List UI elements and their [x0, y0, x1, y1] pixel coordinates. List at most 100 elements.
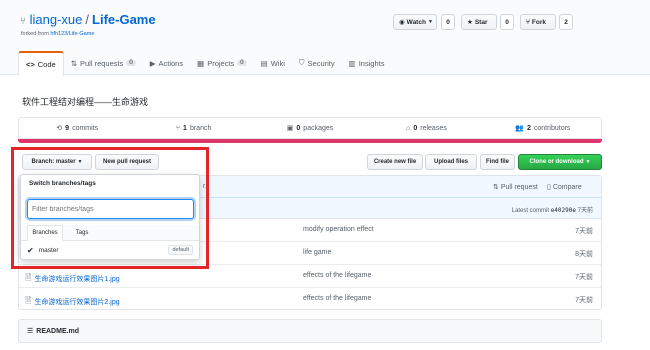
readme-header: ☰ README.md — [18, 319, 602, 343]
tab-actions-label: Actions — [158, 58, 184, 68]
pull-request-icon: ⇅ — [70, 58, 77, 68]
repo-description: 软件工程结对编程——生命游戏 — [22, 97, 149, 107]
latest-commit-prefix: Latest commit — [511, 208, 550, 214]
tab-pull-requests[interactable]: ⇅ Pull requests 0 — [64, 51, 143, 75]
package-icon: ▣ — [286, 125, 294, 132]
commits-link[interactable]: ⟲ 9 commits — [19, 118, 135, 138]
forked-prefix: forked from — [21, 31, 49, 37]
commit-message-link[interactable]: effects of the lifegame — [303, 295, 371, 302]
watch-label: Watch — [406, 18, 426, 26]
create-new-file-button[interactable]: Create new file — [367, 154, 423, 170]
dropdown-title: Switch branches/tags — [29, 180, 96, 187]
pull-request-link[interactable]: ⇅ Pull request — [493, 183, 538, 191]
caret-down-icon: ▼ — [585, 159, 591, 165]
tab-security[interactable]: ⛉ Security — [292, 51, 342, 75]
contributors-count: 2 — [526, 124, 531, 132]
releases-link[interactable]: ⌂ 0 releases — [368, 118, 484, 138]
tab-insights-label: Insights — [358, 58, 385, 68]
compare-link[interactable]: ▯ Compare — [547, 183, 582, 191]
book-icon: ▤ — [260, 58, 268, 68]
list-icon: ☰ — [27, 328, 34, 335]
dropdown-tabs: Branches Tags — [21, 225, 199, 241]
fork-icon: ⑂ — [526, 18, 530, 26]
watch-count[interactable]: 0 — [441, 14, 455, 30]
repo-icon: ⑂ — [20, 16, 26, 27]
tab-code-label: Code — [37, 60, 56, 69]
commit-message-link[interactable]: effects of the lifegame — [303, 272, 371, 279]
default-badge: default — [168, 245, 193, 255]
tab-tags[interactable]: Tags — [67, 225, 97, 241]
star-label: Star — [474, 18, 488, 26]
tab-pull-requests-label: Pull requests — [80, 58, 124, 68]
commit-age: 7天前 — [575, 297, 593, 304]
branch-count: 1 — [183, 124, 187, 132]
contributors-link[interactable]: 👥 2 contributors — [485, 118, 601, 138]
upload-files-button[interactable]: Upload files — [425, 154, 477, 170]
latest-commit-age: 7天前 — [577, 208, 593, 214]
file-name: 生命游戏运行效果图片1.jpg — [34, 276, 120, 283]
eye-icon: ◉ — [399, 19, 405, 26]
table-row[interactable]: 🗎 生命游戏运行效果图片2.jpg effects of the lifegam… — [19, 288, 601, 311]
commit-age: 7天前 — [575, 228, 593, 235]
project-icon: ▦ — [197, 58, 205, 68]
commit-message-link[interactable]: modify operation effect — [303, 226, 374, 233]
star-icon: ★ — [467, 19, 473, 26]
commits-label: commits — [72, 124, 99, 132]
tab-wiki-label: Wiki — [270, 58, 285, 68]
file-name-link[interactable]: 🗎 生命游戏运行效果图片1.jpg — [25, 272, 120, 286]
tab-wiki[interactable]: ▤ Wiki — [254, 51, 292, 75]
play-icon: ▶ — [149, 58, 156, 68]
table-row[interactable]: 🗎 生命游戏运行效果图片1.jpg effects of the lifegam… — [19, 265, 601, 288]
watch-button[interactable]: ◉ Watch ▼ — [393, 14, 437, 30]
packages-link[interactable]: ▣ 0 packages — [252, 118, 368, 138]
graph-icon: ▥ — [348, 58, 356, 68]
branches-link[interactable]: ⑂ 1 branch — [135, 118, 251, 138]
commits-count: 9 — [65, 124, 70, 132]
find-file-button[interactable]: Find file — [480, 154, 515, 170]
clone-download-button[interactable]: Clone or download ▼ — [518, 154, 602, 170]
fork-count[interactable]: 2 — [559, 14, 573, 30]
fork-label: Fork — [531, 18, 546, 26]
commit-message-link[interactable]: life game — [303, 249, 331, 256]
language-bar[interactable] — [18, 139, 602, 143]
forked-from-text: forked from hfh123/Life-Game — [21, 31, 94, 37]
tab-actions[interactable]: ▶ Actions — [143, 51, 190, 75]
releases-count: 0 — [413, 124, 418, 132]
file-name-link[interactable]: 🗎 生命游戏运行效果图片2.jpg — [25, 295, 120, 309]
tab-projects-count: 0 — [237, 60, 247, 66]
shield-icon: ⛉ — [298, 58, 305, 67]
repo-name-link[interactable]: Life-Game — [92, 12, 156, 27]
packages-label: packages — [303, 124, 334, 132]
file-icon: 🗎 — [25, 273, 32, 282]
repo-title: ⑂ liang-xue / Life-Game — [20, 12, 156, 27]
releases-label: releases — [420, 124, 447, 132]
forked-from-link[interactable]: hfh123/Life-Game — [50, 31, 94, 37]
tab-code[interactable]: <> Code — [18, 51, 64, 76]
branch-select-button[interactable]: Branch: master ▼ — [22, 154, 92, 170]
repo-stats: ⟲ 9 commits ⑂ 1 branch ▣ 0 packages ⌂ 0 … — [18, 117, 602, 139]
diff-icon: ▯ — [547, 184, 551, 191]
code-icon: <> — [26, 60, 35, 69]
star-count[interactable]: 0 — [500, 14, 514, 30]
fork-button[interactable]: ⑂ Fork — [520, 14, 556, 30]
readme-title: README.md — [36, 327, 80, 335]
tab-branches[interactable]: Branches — [27, 225, 63, 241]
filter-branches-input[interactable] — [27, 199, 194, 219]
packages-count: 0 — [296, 124, 301, 132]
latest-commit-hash[interactable]: e40290e — [551, 207, 576, 214]
branch-item-master[interactable]: ✔ master default — [21, 242, 199, 259]
new-pull-request-button[interactable]: New pull request — [95, 154, 159, 170]
check-icon: ✔ — [27, 246, 34, 255]
latest-commit-info: Latest commit e40290e 7天前 — [512, 205, 593, 214]
tab-security-label: Security — [307, 58, 335, 68]
repo-separator: / — [85, 12, 90, 27]
commit-age: 7天前 — [575, 274, 593, 281]
pull-request-label: Pull request — [500, 184, 538, 191]
file-name: 生命游戏运行效果图片2.jpg — [34, 299, 120, 306]
star-button[interactable]: ★ Star — [461, 14, 497, 30]
tab-insights[interactable]: ▥ Insights — [342, 51, 392, 75]
repo-owner-link[interactable]: liang-xue — [30, 12, 83, 27]
compare-label: Compare — [552, 184, 582, 191]
tab-projects[interactable]: ▦ Projects 0 — [190, 51, 254, 75]
history-icon: ⟲ — [56, 125, 63, 132]
